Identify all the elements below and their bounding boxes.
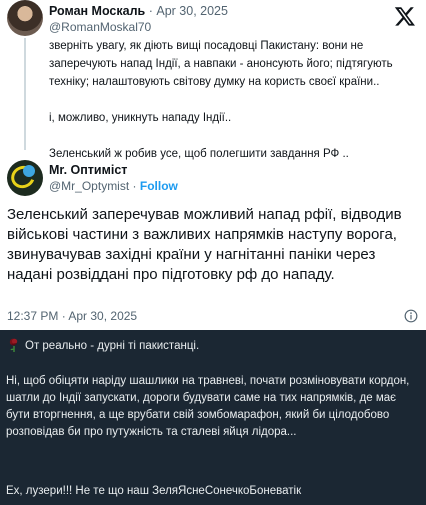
message-paragraph: Ех, лузери!!! Не те що наш ЗеляЯснеСонеч… xyxy=(6,485,302,497)
main-handle-row: @Mr_Optymist · Follow xyxy=(49,179,178,194)
embedded-tweet-card: Роман Москаль · Apr 30, 2025 @RomanMoska… xyxy=(0,0,426,330)
quoted-text-line: Зеленський ж робив усе, щоб полегшити за… xyxy=(49,148,349,160)
quoted-text-gap xyxy=(49,127,419,145)
quoted-author-name[interactable]: Роман Москаль xyxy=(49,4,145,18)
main-tweet-text: Зеленський заперечував можливий напад рф… xyxy=(7,206,402,283)
tweet-timestamp[interactable]: 12:37 PM · Apr 30, 2025 xyxy=(7,309,137,324)
quoted-text-line: заперечують напад Індії, а навпаки - ано… xyxy=(49,58,393,70)
quoted-text-line: зверніть увагу, як діють вищі посадовці … xyxy=(49,40,364,52)
avatar-ring-graphic xyxy=(7,161,39,193)
quoted-tweet-text: зверніть увагу, як діють вищі посадовці … xyxy=(49,37,419,163)
quoted-author-handle[interactable]: @RomanMoskal70 xyxy=(49,20,151,35)
info-icon[interactable] xyxy=(404,309,418,323)
quoted-text-line: техніку; налаштовують світову думку на к… xyxy=(49,76,380,88)
message-block: От реально - дурні ті пакистанці. Ні, що… xyxy=(0,330,426,505)
quoted-date[interactable]: Apr 30, 2025 xyxy=(156,4,228,18)
x-logo-icon[interactable] xyxy=(394,5,416,27)
main-author-handle[interactable]: @Mr_Optymist xyxy=(49,179,129,193)
main-separator: · xyxy=(132,179,137,193)
message-paragraph: Ні, щоб обіцяти наріду шашлики на травне… xyxy=(6,375,410,438)
quoted-author-avatar[interactable] xyxy=(7,0,43,36)
thread-connector-line xyxy=(24,38,26,150)
message-first-line: От реально - дурні ті пакистанці. xyxy=(25,340,200,352)
main-author-name[interactable]: Mr. Оптиміст xyxy=(49,163,127,178)
rose-icon xyxy=(9,338,18,352)
quoted-header: Роман Москаль · Apr 30, 2025 xyxy=(49,4,228,19)
quoted-text-gap xyxy=(49,91,419,109)
quoted-text-line: і, можливо, уникнуть нападу Індії.. xyxy=(49,112,232,124)
quoted-separator: · xyxy=(148,4,153,18)
follow-button[interactable]: Follow xyxy=(140,179,178,193)
main-author-avatar[interactable] xyxy=(7,160,43,196)
avatar-ball-graphic xyxy=(23,165,35,177)
